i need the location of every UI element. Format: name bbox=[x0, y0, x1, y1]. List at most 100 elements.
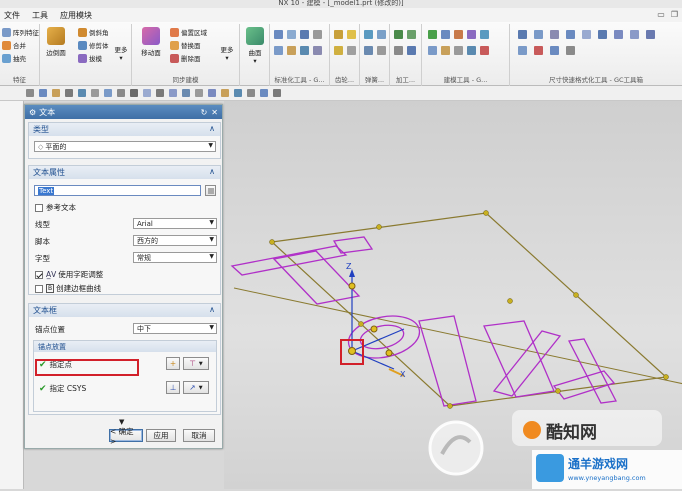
pattern-feature-button[interactable]: 阵列特征 bbox=[2, 27, 39, 37]
text-properties-header[interactable]: 文本属性 ∧ bbox=[29, 166, 220, 179]
anchor-placement-header[interactable]: 锚点放置 bbox=[34, 341, 216, 352]
modeling-tool-icon[interactable] bbox=[454, 30, 463, 39]
specify-csys-row[interactable]: ✔ 指定 CSYS bbox=[39, 383, 86, 394]
dimension-tool-icon[interactable] bbox=[598, 30, 607, 39]
modeling-tool-icon[interactable] bbox=[454, 46, 463, 55]
snap-icon[interactable] bbox=[117, 89, 125, 97]
trim-body-button[interactable]: 修剪体 bbox=[78, 40, 109, 50]
collapse-icon[interactable]: ∧ bbox=[209, 305, 215, 314]
modeling-tool-icon[interactable] bbox=[467, 46, 476, 55]
modeling-tool-icon[interactable] bbox=[441, 46, 450, 55]
menu-applications[interactable]: 应用模块 bbox=[60, 10, 92, 21]
minimize-icon[interactable]: ▭ bbox=[657, 10, 665, 19]
dimension-tool-icon[interactable] bbox=[566, 30, 575, 39]
restore-icon[interactable]: ❐ bbox=[671, 10, 678, 19]
cancel-button[interactable]: 取消 bbox=[183, 429, 215, 442]
spring-icon[interactable] bbox=[364, 46, 373, 55]
frame-handles[interactable] bbox=[269, 210, 669, 409]
csys-type-dropdown[interactable]: ↗ ▼ bbox=[183, 381, 209, 394]
reference-text-row[interactable]: 参考文本 bbox=[35, 202, 76, 213]
select-icon[interactable] bbox=[39, 89, 47, 97]
kerning-row[interactable]: A̲V 使用字距调整 bbox=[35, 269, 103, 280]
outline-row[interactable]: B 创建边框曲线 bbox=[35, 283, 101, 294]
move-face-button[interactable]: 移动面 bbox=[138, 27, 164, 57]
gear-icon[interactable] bbox=[334, 30, 343, 39]
standard-tool-icon[interactable] bbox=[287, 46, 296, 55]
unite-button[interactable]: 合并 bbox=[2, 40, 26, 50]
modeling-tool-icon[interactable] bbox=[428, 46, 437, 55]
type-section-header[interactable]: 类型 ∧ bbox=[29, 123, 220, 136]
dimension-tool-icon[interactable] bbox=[534, 46, 543, 55]
gear-icon[interactable] bbox=[334, 46, 343, 55]
gear-icon[interactable]: ⚙ bbox=[29, 108, 36, 117]
dimension-tool-icon[interactable] bbox=[614, 30, 623, 39]
view-icon[interactable] bbox=[273, 89, 281, 97]
text-box-header[interactable]: 文本框 ∧ bbox=[29, 304, 220, 317]
gear-icon[interactable] bbox=[347, 46, 356, 55]
machining-icon[interactable] bbox=[394, 30, 403, 39]
filter-icon[interactable] bbox=[26, 89, 34, 97]
more-sync-button[interactable]: 更多 ▾ bbox=[218, 44, 236, 62]
spring-icon[interactable] bbox=[377, 46, 386, 55]
modeling-tool-icon[interactable] bbox=[467, 30, 476, 39]
snap-icon[interactable] bbox=[182, 89, 190, 97]
font-select[interactable]: Arial ▼ bbox=[133, 218, 217, 229]
ok-button[interactable]: < 确定 > bbox=[109, 427, 143, 446]
edge-blend-button[interactable]: 边倒圆 bbox=[42, 27, 70, 57]
snap-icon[interactable] bbox=[156, 89, 164, 97]
modeling-tool-icon[interactable] bbox=[428, 30, 437, 39]
standard-tool-icon[interactable] bbox=[274, 46, 283, 55]
text-input[interactable]: Text bbox=[34, 185, 201, 196]
view-icon[interactable] bbox=[247, 89, 255, 97]
modeling-tool-icon[interactable] bbox=[441, 30, 450, 39]
offset-region-button[interactable]: 偏置区域 bbox=[170, 27, 207, 37]
dimension-tool-icon[interactable] bbox=[518, 30, 527, 39]
point-dialog-button[interactable]: + bbox=[166, 357, 180, 370]
snap-icon[interactable] bbox=[208, 89, 216, 97]
chamfer-button[interactable]: 倒斜角 bbox=[78, 27, 109, 37]
kerning-checkbox[interactable] bbox=[35, 270, 43, 279]
replace-face-button[interactable]: 替换面 bbox=[170, 40, 201, 50]
type-select[interactable]: ◇ 平面的 ▼ bbox=[34, 141, 216, 152]
snap-icon[interactable] bbox=[52, 89, 60, 97]
spring-icon[interactable] bbox=[377, 30, 386, 39]
gear-icon[interactable] bbox=[347, 30, 356, 39]
collapse-icon[interactable]: ∧ bbox=[209, 167, 215, 176]
apply-button[interactable]: 应用 bbox=[146, 429, 176, 442]
view-icon[interactable] bbox=[260, 89, 268, 97]
style-select[interactable]: 常规 ▼ bbox=[133, 252, 217, 263]
dimension-tool-icon[interactable] bbox=[646, 30, 655, 39]
more-feature-button[interactable]: 更多 ▾ bbox=[112, 44, 130, 62]
dimension-tool-icon[interactable] bbox=[550, 30, 559, 39]
snap-icon[interactable] bbox=[78, 89, 86, 97]
script-select[interactable]: 西方的 ▼ bbox=[133, 235, 217, 246]
special-char-button[interactable] bbox=[205, 185, 216, 196]
reference-text-checkbox[interactable] bbox=[35, 203, 43, 212]
snap-icon[interactable] bbox=[104, 89, 112, 97]
shell-button[interactable]: 抽壳 bbox=[2, 53, 26, 63]
snap-icon[interactable] bbox=[130, 89, 138, 97]
view-icon[interactable] bbox=[221, 89, 229, 97]
close-icon[interactable]: ✕ bbox=[211, 108, 218, 117]
dimension-tool-icon[interactable] bbox=[550, 46, 559, 55]
standard-tool-icon[interactable] bbox=[313, 30, 322, 39]
spring-icon[interactable] bbox=[364, 30, 373, 39]
menu-tools[interactable]: 工具 bbox=[32, 10, 48, 21]
snap-icon[interactable] bbox=[65, 89, 73, 97]
standard-tool-icon[interactable] bbox=[300, 46, 309, 55]
standard-tool-icon[interactable] bbox=[287, 30, 296, 39]
machining-icon[interactable] bbox=[407, 46, 416, 55]
collapse-icon[interactable]: ∧ bbox=[209, 124, 215, 133]
snap-icon[interactable] bbox=[169, 89, 177, 97]
delete-face-button[interactable]: 删除面 bbox=[170, 53, 201, 63]
machining-icon[interactable] bbox=[407, 30, 416, 39]
reset-icon[interactable]: ↻ bbox=[201, 108, 208, 117]
standard-tool-icon[interactable] bbox=[313, 46, 322, 55]
outline-checkbox[interactable] bbox=[35, 284, 43, 293]
modeling-tool-icon[interactable] bbox=[480, 46, 489, 55]
modeling-tool-icon[interactable] bbox=[480, 30, 489, 39]
dimension-tool-icon[interactable] bbox=[518, 46, 527, 55]
snap-icon[interactable] bbox=[143, 89, 151, 97]
point-type-dropdown[interactable]: ⊤ ▼ bbox=[183, 357, 209, 370]
standard-tool-icon[interactable] bbox=[300, 30, 309, 39]
